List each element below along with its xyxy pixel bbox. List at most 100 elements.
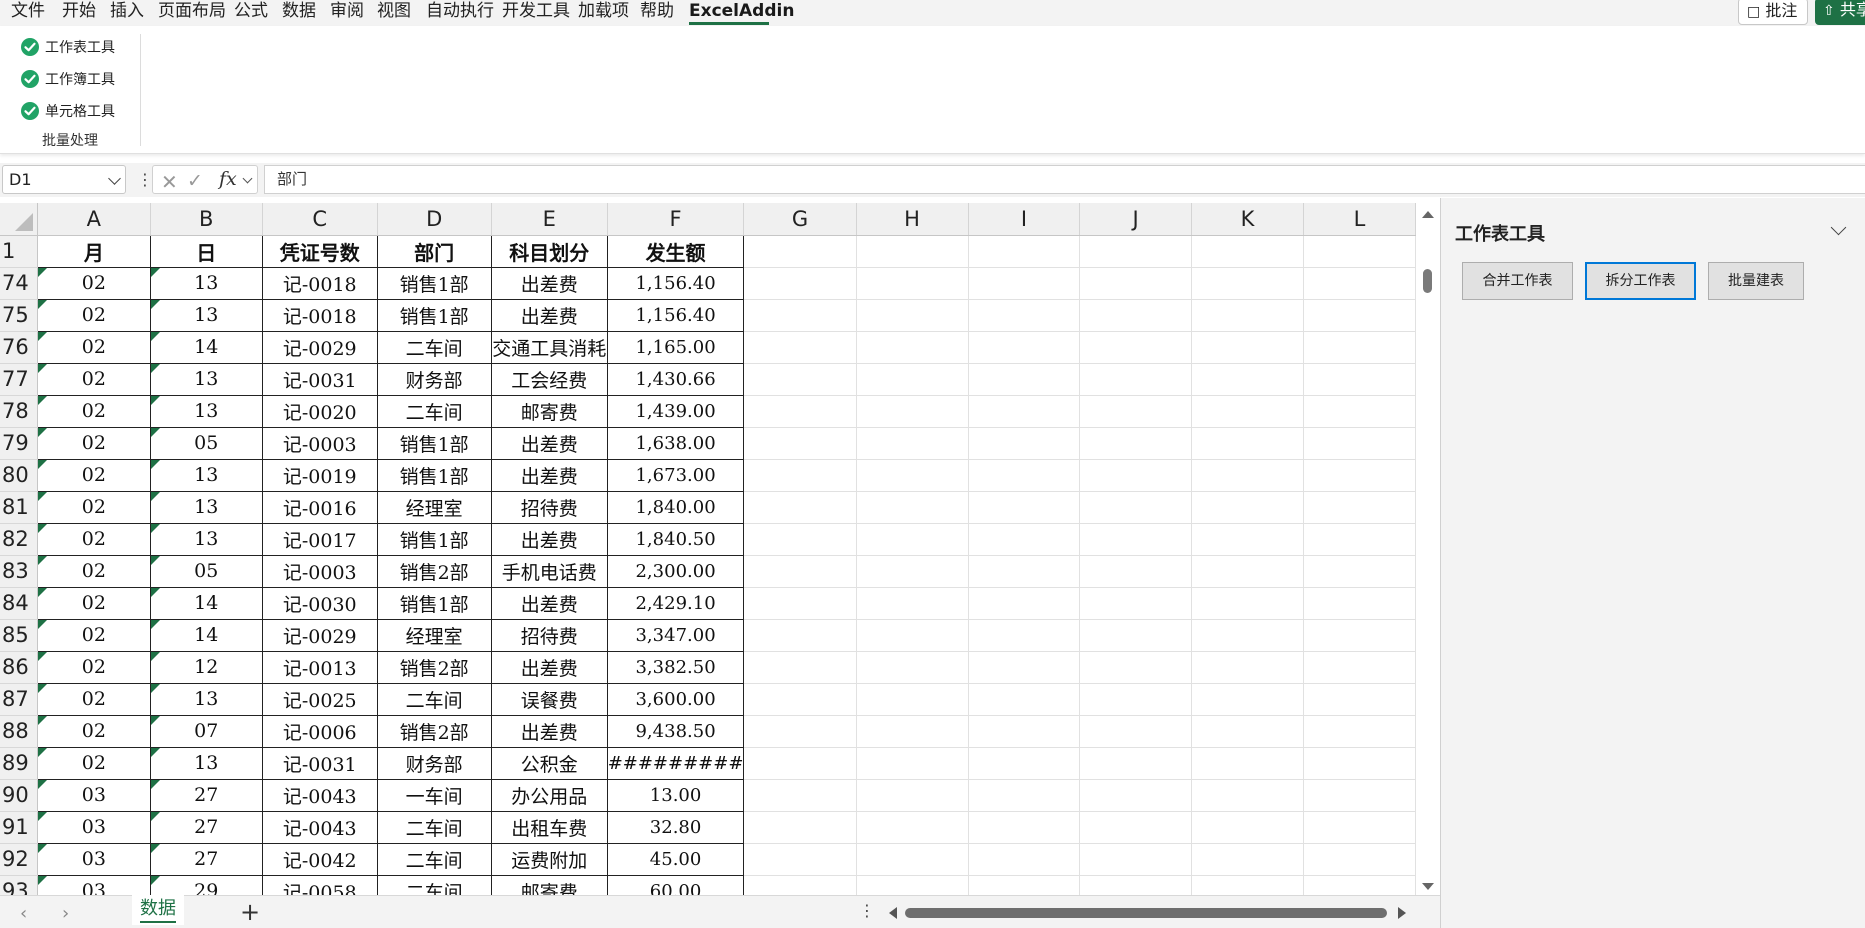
- empty-cell[interactable]: [1303, 651, 1416, 684]
- empty-cell[interactable]: [856, 555, 969, 588]
- cell-voucher[interactable]: 记-0020: [262, 395, 378, 428]
- empty-cell[interactable]: [1079, 459, 1192, 492]
- horizontal-scroll-thumb[interactable]: [905, 908, 1387, 918]
- cell-voucher[interactable]: 记-0029: [262, 331, 378, 364]
- empty-cell[interactable]: [1191, 299, 1304, 332]
- cell-department[interactable]: 销售1部: [377, 459, 492, 492]
- cell-subject[interactable]: 出差费: [491, 587, 608, 620]
- cell-day[interactable]: 12: [150, 651, 263, 684]
- empty-cell[interactable]: [1079, 747, 1192, 780]
- menu-data[interactable]: 数据: [282, 0, 316, 24]
- empty-cell[interactable]: [1303, 587, 1416, 620]
- empty-cell[interactable]: [1079, 811, 1192, 844]
- cell-day[interactable]: 13: [150, 267, 263, 300]
- row-header[interactable]: 90: [0, 779, 39, 812]
- cell-month[interactable]: 02: [37, 683, 151, 716]
- cell-day[interactable]: 13: [150, 459, 263, 492]
- empty-cell[interactable]: [743, 395, 857, 428]
- row-header[interactable]: 85: [0, 619, 39, 652]
- empty-cell[interactable]: [743, 587, 857, 620]
- empty-cell[interactable]: [1079, 491, 1192, 524]
- cell-day[interactable]: 27: [150, 811, 263, 844]
- cell-subject[interactable]: 出差费: [491, 651, 608, 684]
- cell-voucher[interactable]: 记-0018: [262, 267, 378, 300]
- empty-cell[interactable]: [743, 331, 857, 364]
- cell-amount[interactable]: 3,382.50: [607, 651, 745, 684]
- cell-subject[interactable]: 出差费: [491, 715, 608, 748]
- column-header-e[interactable]: E: [491, 203, 608, 236]
- scroll-down-icon[interactable]: [1422, 883, 1434, 890]
- empty-cell[interactable]: [1079, 427, 1192, 460]
- cell-day[interactable]: 29: [150, 875, 263, 895]
- cell-amount[interactable]: 1,165.00: [607, 331, 745, 364]
- cell-amount[interactable]: #########: [607, 747, 745, 780]
- cell-voucher[interactable]: 记-0029: [262, 619, 378, 652]
- empty-cell[interactable]: [743, 267, 857, 300]
- empty-cell[interactable]: [856, 747, 969, 780]
- menu-automate[interactable]: 自动执行: [426, 0, 494, 24]
- empty-cell[interactable]: [1079, 587, 1192, 620]
- cell-amount[interactable]: 3,347.00: [607, 619, 745, 652]
- cell-day[interactable]: 13: [150, 491, 263, 524]
- share-button[interactable]: ⇧ 共享: [1815, 0, 1865, 25]
- row-header[interactable]: 88: [0, 715, 39, 748]
- chevron-right-icon[interactable]: ›: [62, 903, 69, 924]
- empty-cell[interactable]: [743, 491, 857, 524]
- cell-subject[interactable]: 误餐费: [491, 683, 608, 716]
- cell-month[interactable]: 03: [37, 779, 151, 812]
- empty-cell[interactable]: [856, 235, 969, 268]
- cell-subject[interactable]: 出差费: [491, 523, 608, 556]
- row-header[interactable]: 75: [0, 299, 39, 332]
- cell-department[interactable]: 二车间: [377, 395, 492, 428]
- empty-cell[interactable]: [856, 683, 969, 716]
- cell-day[interactable]: 07: [150, 715, 263, 748]
- empty-cell[interactable]: [743, 779, 857, 812]
- cell-voucher[interactable]: 记-0030: [262, 587, 378, 620]
- cell-department[interactable]: 销售1部: [377, 523, 492, 556]
- empty-cell[interactable]: [968, 779, 1081, 812]
- empty-cell[interactable]: [1303, 779, 1416, 812]
- row-header[interactable]: 80: [0, 459, 39, 492]
- empty-cell[interactable]: [743, 555, 857, 588]
- empty-cell[interactable]: [743, 235, 857, 268]
- column-header-d[interactable]: D: [377, 203, 492, 236]
- cell-voucher[interactable]: 记-0018: [262, 299, 378, 332]
- cell-voucher[interactable]: 记-0043: [262, 811, 378, 844]
- empty-cell[interactable]: [1191, 811, 1304, 844]
- column-header-i[interactable]: I: [968, 203, 1081, 236]
- empty-cell[interactable]: [968, 523, 1081, 556]
- cell-voucher[interactable]: 记-0003: [262, 555, 378, 588]
- cell-month[interactable]: 02: [37, 555, 151, 588]
- cell-amount[interactable]: 32.80: [607, 811, 745, 844]
- empty-cell[interactable]: [968, 715, 1081, 748]
- cell-voucher[interactable]: 记-0058: [262, 875, 378, 895]
- empty-cell[interactable]: [1191, 875, 1304, 895]
- cell-voucher[interactable]: 记-0043: [262, 779, 378, 812]
- empty-cell[interactable]: [1303, 811, 1416, 844]
- cell-day[interactable]: 13: [150, 395, 263, 428]
- row-header[interactable]: 92: [0, 843, 39, 876]
- cell-subject[interactable]: 工会经费: [491, 363, 608, 396]
- empty-cell[interactable]: [1079, 651, 1192, 684]
- cell-day[interactable]: 27: [150, 843, 263, 876]
- cell-subject[interactable]: 出差费: [491, 459, 608, 492]
- column-header-a[interactable]: A: [37, 203, 151, 236]
- empty-cell[interactable]: [968, 491, 1081, 524]
- column-header-b[interactable]: B: [150, 203, 263, 236]
- empty-cell[interactable]: [968, 811, 1081, 844]
- header-cell-voucher[interactable]: 凭证号数: [262, 235, 378, 268]
- empty-cell[interactable]: [1079, 299, 1192, 332]
- cell-month[interactable]: 02: [37, 491, 151, 524]
- cell-month[interactable]: 02: [37, 619, 151, 652]
- empty-cell[interactable]: [968, 683, 1081, 716]
- empty-cell[interactable]: [1191, 427, 1304, 460]
- workbook-tools-button[interactable]: 工作簿工具: [20, 66, 115, 92]
- cell-department[interactable]: 二车间: [377, 683, 492, 716]
- vertical-scroll-thumb[interactable]: [1423, 269, 1432, 293]
- empty-cell[interactable]: [1303, 459, 1416, 492]
- empty-cell[interactable]: [1191, 747, 1304, 780]
- row-header[interactable]: 84: [0, 587, 39, 620]
- comments-button[interactable]: □ 批注: [1738, 0, 1808, 25]
- empty-cell[interactable]: [968, 395, 1081, 428]
- empty-cell[interactable]: [1191, 651, 1304, 684]
